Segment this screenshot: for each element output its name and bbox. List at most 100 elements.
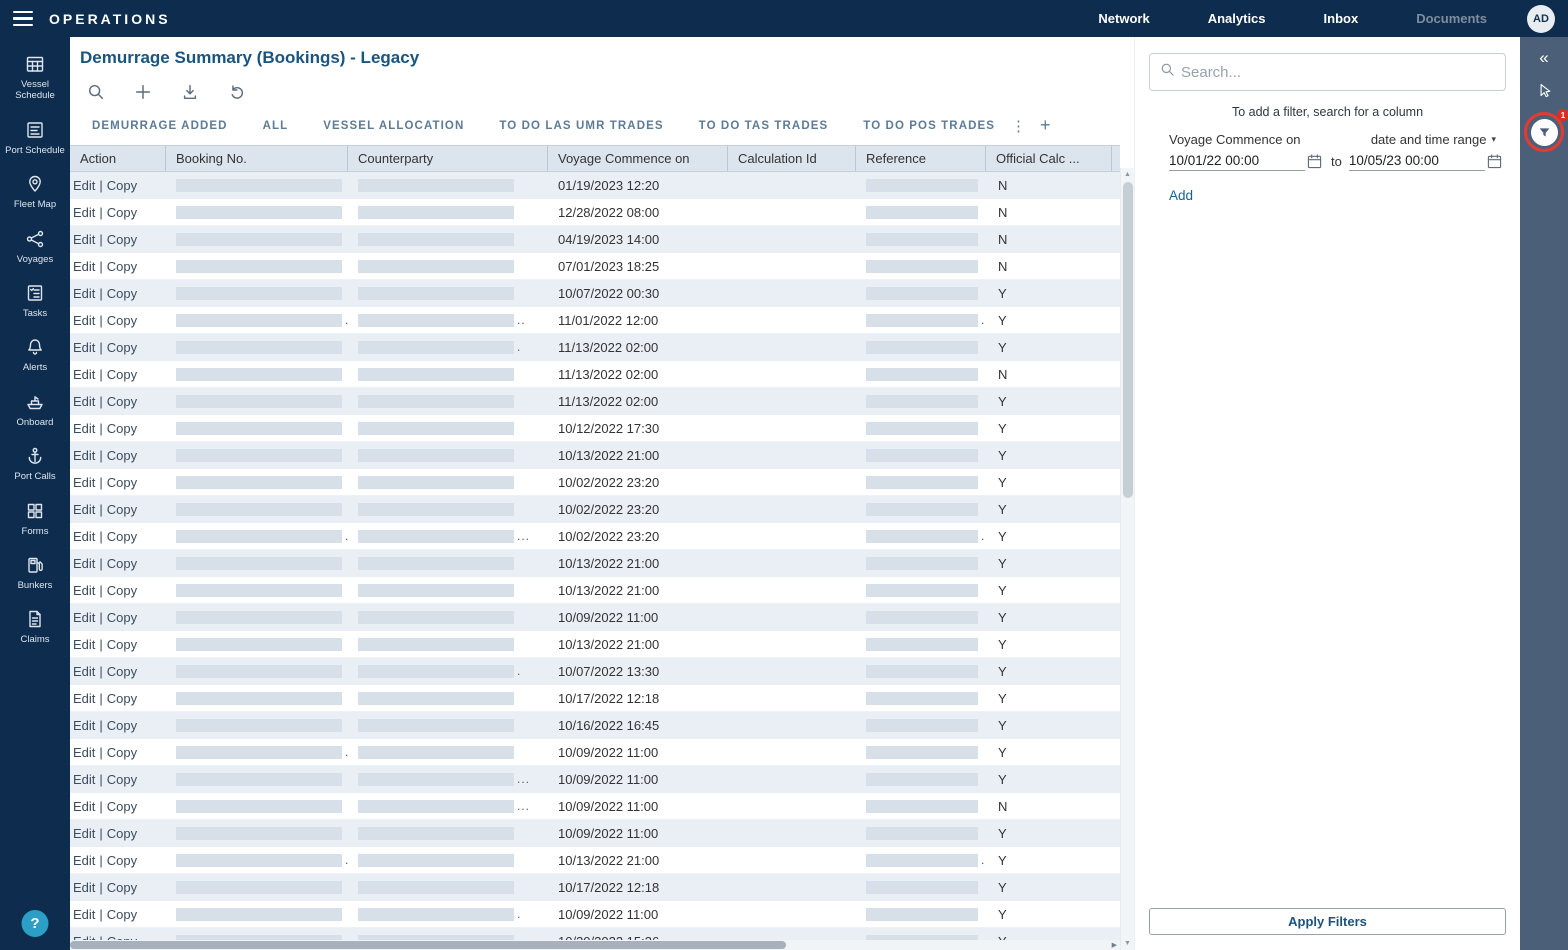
edit-link[interactable]: Edit bbox=[73, 799, 95, 814]
refresh-undo-icon[interactable] bbox=[228, 83, 246, 101]
hamburger-menu-icon[interactable] bbox=[13, 11, 33, 27]
copy-link[interactable]: Copy bbox=[107, 880, 137, 895]
sidebar-item-bunkers[interactable]: Bunkers bbox=[0, 546, 70, 600]
column-header[interactable]: Calculation Id bbox=[728, 146, 856, 171]
copy-link[interactable]: Copy bbox=[107, 637, 137, 652]
edit-link[interactable]: Edit bbox=[73, 853, 95, 868]
copy-link[interactable]: Copy bbox=[107, 529, 137, 544]
sidebar-item-forms[interactable]: Forms bbox=[0, 492, 70, 546]
collapse-panel-icon[interactable]: « bbox=[1539, 49, 1548, 66]
add-icon[interactable] bbox=[134, 83, 152, 101]
copy-link[interactable]: Copy bbox=[107, 610, 137, 625]
filter-to-input[interactable] bbox=[1349, 151, 1485, 171]
tab[interactable]: TO DO LAS UMR TRADES bbox=[499, 120, 663, 132]
edit-link[interactable]: Edit bbox=[73, 745, 95, 760]
user-avatar[interactable]: AD bbox=[1527, 5, 1555, 33]
topnav-item[interactable]: Analytics bbox=[1208, 11, 1266, 26]
copy-link[interactable]: Copy bbox=[107, 907, 137, 922]
column-search-input[interactable] bbox=[1181, 64, 1495, 81]
column-header[interactable]: Voyage Commence on bbox=[548, 146, 728, 171]
edit-link[interactable]: Edit bbox=[73, 691, 95, 706]
column-header[interactable]: Booking No. bbox=[166, 146, 348, 171]
column-header[interactable]: Official Calc ... bbox=[986, 146, 1112, 171]
edit-link[interactable]: Edit bbox=[73, 421, 95, 436]
edit-link[interactable]: Edit bbox=[73, 826, 95, 841]
calendar-icon[interactable] bbox=[1307, 154, 1322, 169]
search-icon[interactable] bbox=[87, 83, 105, 101]
sidebar-item-port-calls[interactable]: Port Calls bbox=[0, 437, 70, 491]
tab[interactable]: DEMURRAGE ADDED bbox=[92, 120, 228, 132]
edit-link[interactable]: Edit bbox=[73, 475, 95, 490]
copy-link[interactable]: Copy bbox=[107, 502, 137, 517]
add-view-icon[interactable]: + bbox=[1040, 115, 1051, 136]
edit-link[interactable]: Edit bbox=[73, 178, 95, 193]
edit-link[interactable]: Edit bbox=[73, 610, 95, 625]
copy-link[interactable]: Copy bbox=[107, 772, 137, 787]
sidebar-item-voyages[interactable]: Voyages bbox=[0, 220, 70, 274]
apply-filters-button[interactable]: Apply Filters bbox=[1149, 908, 1506, 935]
tab[interactable]: ALL bbox=[263, 120, 289, 132]
copy-link[interactable]: Copy bbox=[107, 745, 137, 760]
sidebar-item-onboard[interactable]: Onboard bbox=[0, 383, 70, 437]
copy-link[interactable]: Copy bbox=[107, 313, 137, 328]
sidebar-item-claims[interactable]: Claims bbox=[0, 600, 70, 654]
pointer-tool-icon[interactable] bbox=[1536, 82, 1553, 99]
edit-link[interactable]: Edit bbox=[73, 313, 95, 328]
help-button[interactable]: ? bbox=[22, 910, 49, 937]
copy-link[interactable]: Copy bbox=[107, 718, 137, 733]
copy-link[interactable]: Copy bbox=[107, 475, 137, 490]
tab-overflow-icon[interactable]: ⋮ bbox=[1011, 117, 1026, 135]
tab[interactable]: TO DO TAS TRADES bbox=[699, 120, 829, 132]
copy-link[interactable]: Copy bbox=[107, 367, 137, 382]
edit-link[interactable]: Edit bbox=[73, 502, 95, 517]
edit-link[interactable]: Edit bbox=[73, 880, 95, 895]
edit-link[interactable]: Edit bbox=[73, 583, 95, 598]
column-search-box[interactable] bbox=[1149, 53, 1506, 91]
edit-link[interactable]: Edit bbox=[73, 232, 95, 247]
edit-link[interactable]: Edit bbox=[73, 286, 95, 301]
copy-link[interactable]: Copy bbox=[107, 178, 137, 193]
topnav-item[interactable]: Documents bbox=[1416, 11, 1487, 26]
sidebar-item-alerts[interactable]: Alerts bbox=[0, 328, 70, 382]
topnav-item[interactable]: Network bbox=[1098, 11, 1149, 26]
column-header[interactable]: Reference bbox=[856, 146, 986, 171]
download-icon[interactable] bbox=[181, 83, 199, 101]
copy-link[interactable]: Copy bbox=[107, 664, 137, 679]
edit-link[interactable]: Edit bbox=[73, 259, 95, 274]
topnav-item[interactable]: Inbox bbox=[1324, 11, 1359, 26]
filter-from-input[interactable] bbox=[1169, 151, 1305, 171]
copy-link[interactable]: Copy bbox=[107, 340, 137, 355]
copy-link[interactable]: Copy bbox=[107, 286, 137, 301]
copy-link[interactable]: Copy bbox=[107, 583, 137, 598]
edit-link[interactable]: Edit bbox=[73, 340, 95, 355]
copy-link[interactable]: Copy bbox=[107, 232, 137, 247]
edit-link[interactable]: Edit bbox=[73, 664, 95, 679]
add-filter-link[interactable]: Add bbox=[1169, 188, 1193, 203]
sidebar-item-fleet-map[interactable]: Fleet Map bbox=[0, 165, 70, 219]
horizontal-scrollbar[interactable]: ▶ bbox=[70, 940, 1120, 950]
tab[interactable]: VESSEL ALLOCATION bbox=[323, 120, 464, 132]
copy-link[interactable]: Copy bbox=[107, 259, 137, 274]
sidebar-item-port-schedule[interactable]: Port Schedule bbox=[0, 111, 70, 165]
edit-link[interactable]: Edit bbox=[73, 556, 95, 571]
scroll-up-icon[interactable]: ▲ bbox=[1121, 168, 1134, 181]
edit-link[interactable]: Edit bbox=[73, 394, 95, 409]
copy-link[interactable]: Copy bbox=[107, 448, 137, 463]
tab[interactable]: TO DO POS TRADES bbox=[863, 120, 995, 132]
column-header[interactable]: Action bbox=[70, 146, 166, 171]
edit-link[interactable]: Edit bbox=[73, 448, 95, 463]
column-header[interactable]: Counterparty bbox=[348, 146, 548, 171]
sidebar-item-tasks[interactable]: Tasks bbox=[0, 274, 70, 328]
horizontal-scroll-thumb[interactable] bbox=[70, 941, 786, 949]
copy-link[interactable]: Copy bbox=[107, 826, 137, 841]
edit-link[interactable]: Edit bbox=[73, 529, 95, 544]
edit-link[interactable]: Edit bbox=[73, 637, 95, 652]
edit-link[interactable]: Edit bbox=[73, 367, 95, 382]
copy-link[interactable]: Copy bbox=[107, 556, 137, 571]
edit-link[interactable]: Edit bbox=[73, 772, 95, 787]
edit-link[interactable]: Edit bbox=[73, 907, 95, 922]
scroll-right-icon[interactable]: ▶ bbox=[1112, 941, 1117, 949]
copy-link[interactable]: Copy bbox=[107, 691, 137, 706]
copy-link[interactable]: Copy bbox=[107, 394, 137, 409]
vertical-scrollbar[interactable]: ▲ ▼ bbox=[1120, 168, 1134, 950]
